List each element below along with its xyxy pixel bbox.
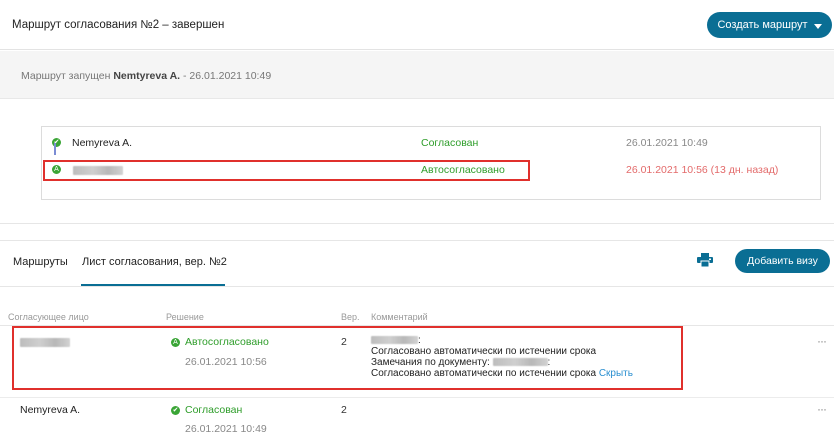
route-title: Маршрут согласования №2 – завершен bbox=[12, 19, 225, 31]
tab-routes[interactable]: Маршруты bbox=[13, 256, 68, 268]
column-header-version: Вер. bbox=[341, 312, 360, 322]
table-row: Nemyreva A. ✔ Согласован 26.01.2021 10:4… bbox=[0, 399, 834, 443]
create-route-label: Создать маршрут bbox=[717, 19, 808, 31]
create-route-button[interactable]: Создать маршрут bbox=[707, 12, 832, 38]
step-connector bbox=[54, 143, 56, 155]
decision-label: Согласован bbox=[185, 404, 243, 416]
highlight-frame bbox=[43, 160, 530, 181]
decision-date: 26.01.2021 10:49 bbox=[185, 423, 267, 435]
route-launched-bar: Маршрут запущен Nemtyreva A. - 26.01.202… bbox=[0, 51, 834, 99]
version-value: 2 bbox=[341, 404, 347, 416]
active-tab-indicator bbox=[81, 284, 225, 286]
column-header-decision: Решение bbox=[166, 312, 204, 322]
column-header-person: Согласующее лицо bbox=[8, 312, 89, 322]
step-date: 26.01.2021 10:49 bbox=[626, 137, 708, 149]
launched-date: - 26.01.2021 10:49 bbox=[180, 70, 272, 82]
step-status: Согласован bbox=[421, 137, 479, 149]
tabs-bar: Маршруты Лист согласования, вер. №2 Доба… bbox=[0, 241, 834, 287]
add-visa-button[interactable]: Добавить визу bbox=[735, 249, 830, 273]
chevron-down-icon bbox=[813, 23, 822, 29]
decision-status: ✔ Согласован bbox=[171, 404, 242, 416]
step-date: 26.01.2021 10:56 (13 дн. назад) bbox=[626, 164, 779, 176]
launched-prefix: Маршрут запущен bbox=[21, 70, 114, 82]
tab-approval-sheet[interactable]: Лист согласования, вер. №2 bbox=[82, 256, 227, 268]
highlight-frame bbox=[12, 326, 683, 390]
route-launched-text: Маршрут запущен Nemtyreva A. - 26.01.202… bbox=[21, 70, 271, 82]
route-panel: Маршрут согласования №2 – завершен Созда… bbox=[0, 0, 834, 224]
launched-user: Nemtyreva A. bbox=[113, 70, 181, 82]
column-header-comment: Комментарий bbox=[371, 312, 428, 322]
print-icon[interactable] bbox=[697, 253, 713, 267]
more-options-icon[interactable]: ··· bbox=[817, 334, 827, 348]
check-circle-icon: ✔ bbox=[171, 405, 180, 415]
route-step: ✔ Nemyreva A. Согласован 26.01.2021 10:4… bbox=[42, 135, 820, 153]
route-header: Маршрут согласования №2 – завершен Созда… bbox=[0, 0, 834, 50]
more-options-icon[interactable]: ··· bbox=[817, 402, 827, 416]
person-name: Nemyreva A. bbox=[20, 404, 81, 416]
step-person: Nemyreva A. bbox=[72, 137, 133, 149]
approval-sheet-panel: Маршруты Лист согласования, вер. №2 Доба… bbox=[0, 240, 834, 443]
